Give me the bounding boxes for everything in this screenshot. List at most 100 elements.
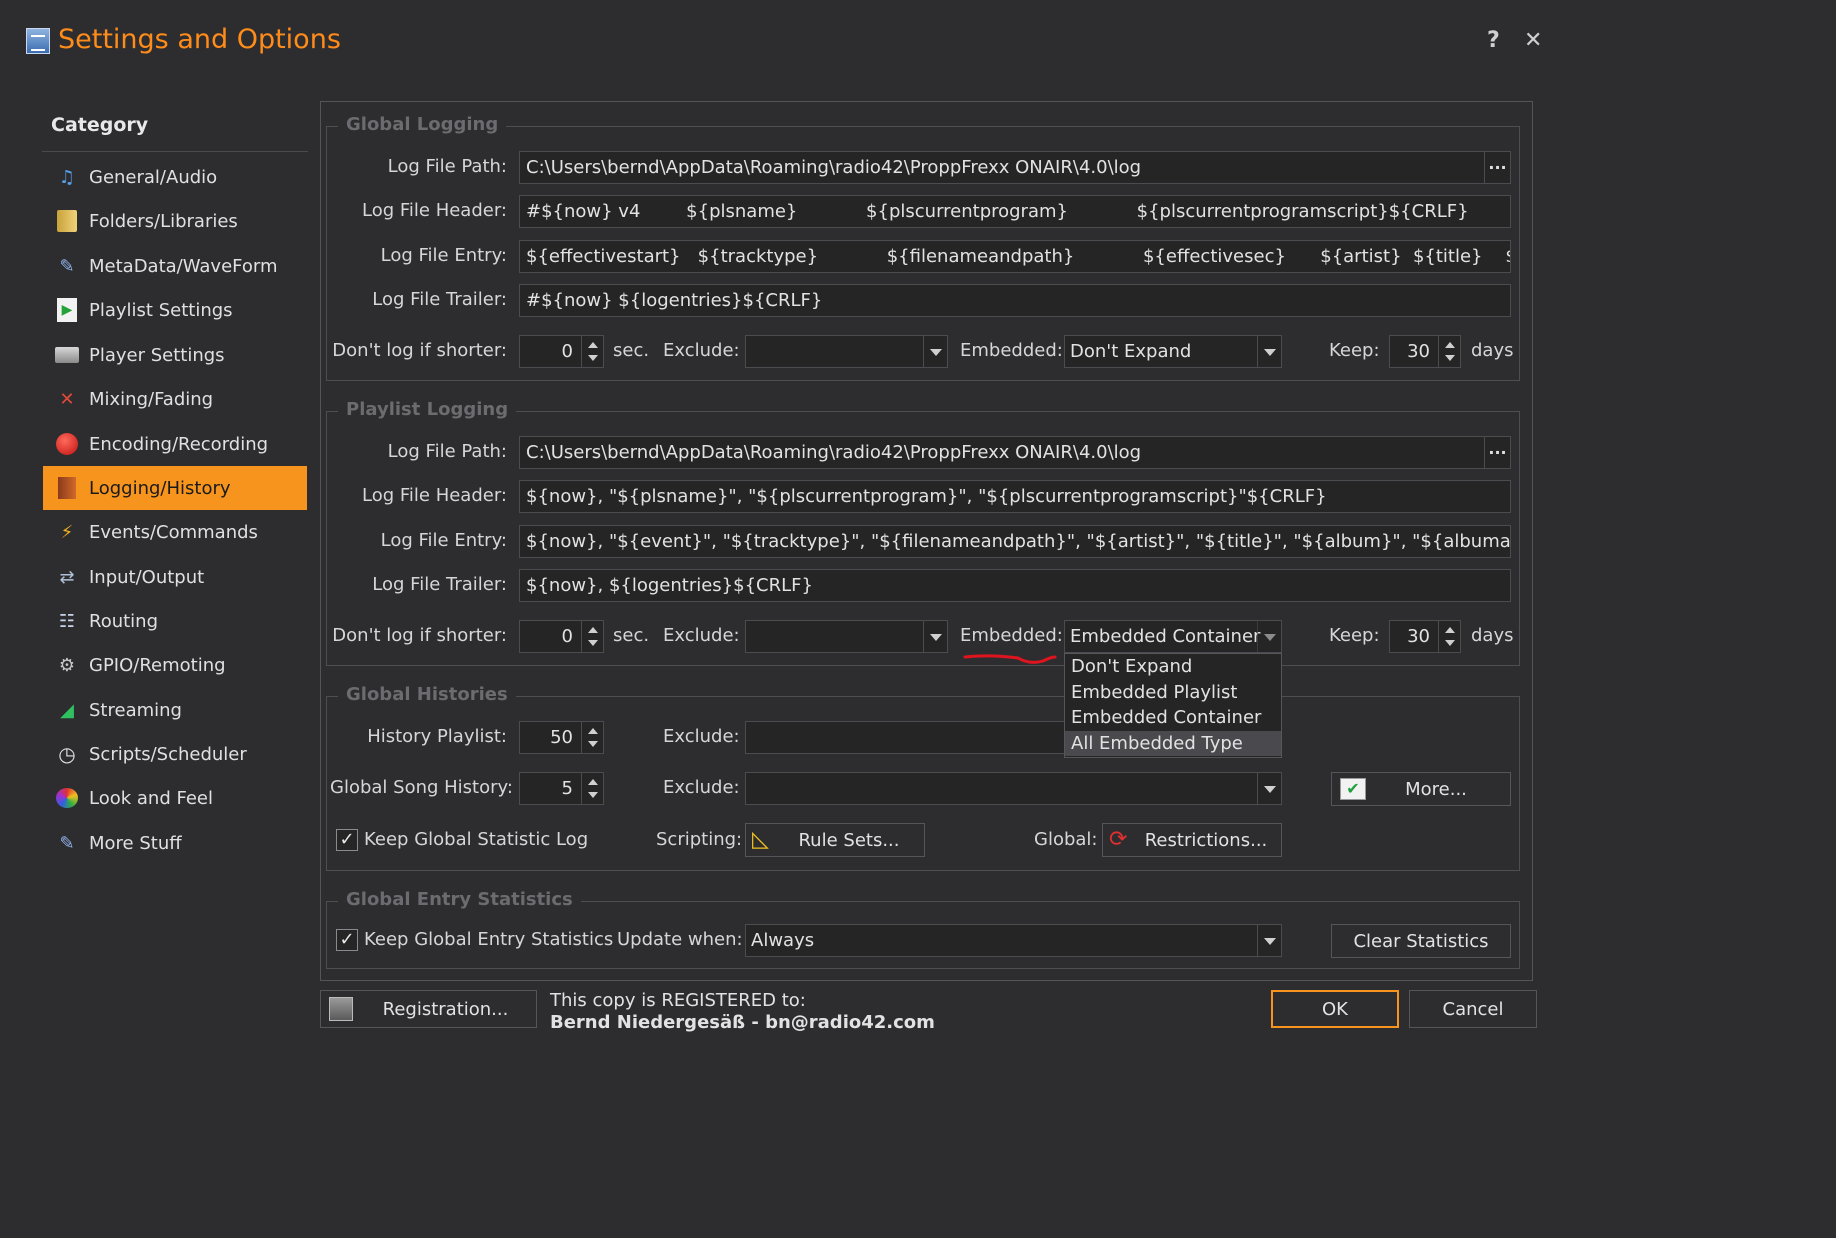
chevron-down-icon[interactable]	[1257, 773, 1281, 804]
rule-sets-button[interactable]: ◺ Rule Sets...	[745, 823, 925, 857]
spin-arrows-icon[interactable]	[1438, 336, 1460, 367]
clear-statistics-button[interactable]: Clear Statistics	[1331, 924, 1511, 958]
dropdown-option[interactable]: Embedded Playlist	[1065, 680, 1281, 706]
gl-shorter-stepper[interactable]: 0	[519, 335, 604, 368]
pl-browse-button[interactable]: ···	[1484, 437, 1510, 468]
pl-keep-label: Keep:	[1329, 625, 1380, 646]
sidebar-item-more-stuff[interactable]: ✎ More Stuff	[43, 821, 307, 865]
routing-icon: ☷	[58, 610, 76, 632]
gl-exclude-select[interactable]	[745, 335, 948, 368]
dropdown-option[interactable]: Don't Expand	[1065, 654, 1281, 680]
gl-embedded-select[interactable]: Don't Expand	[1064, 335, 1282, 368]
gh-exclude1-label: Exclude:	[663, 726, 740, 747]
pl-entry-input[interactable]: ${now}, "${event}", "${tracktype}", "${f…	[519, 525, 1511, 558]
restrictions-button[interactable]: ⟳ Restrictions...	[1102, 823, 1282, 857]
chevron-down-icon[interactable]	[923, 621, 947, 652]
spin-arrows-icon[interactable]	[581, 722, 603, 753]
ok-button[interactable]: OK	[1271, 990, 1399, 1028]
player-icon	[55, 343, 79, 367]
sidebar-item-label: More Stuff	[89, 832, 182, 854]
sidebar-item-gpio-remoting[interactable]: ⚙ GPIO/Remoting	[43, 643, 307, 687]
gl-trailer-input[interactable]: #${now} ${logentries}${CRLF}	[519, 284, 1511, 317]
pl-embedded-select[interactable]: Embedded Container	[1064, 620, 1282, 653]
gl-header-input[interactable]: #${now} v4 ${plsname} ${plscurrentprogra…	[519, 195, 1511, 228]
registration-button[interactable]: Registration...	[320, 990, 537, 1028]
sidebar-item-mixing-fading[interactable]: ✕ Mixing/Fading	[43, 377, 307, 421]
chevron-down-icon[interactable]	[1257, 336, 1281, 367]
gh-exclude2-select[interactable]	[745, 772, 1282, 805]
sidebar-item-label: Mixing/Fading	[89, 388, 214, 410]
chevron-down-icon[interactable]	[1257, 925, 1281, 956]
spin-arrows-icon[interactable]	[581, 621, 603, 652]
pl-trailer-input[interactable]: ${now}, ${logentries}${CRLF}	[519, 569, 1511, 602]
history-playlist-label: History Playlist:	[367, 726, 507, 747]
registration-line2: Bernd Niedergesäß - bn@radio42.com	[550, 1012, 935, 1033]
sidebar-item-metadata-waveform[interactable]: ✎ MetaData/WaveForm	[43, 244, 307, 288]
sidebar-item-encoding-recording[interactable]: Encoding/Recording	[43, 422, 307, 466]
pl-header-value: ${now}, "${plsname}", "${plscurrentprogr…	[526, 486, 1327, 507]
sidebar-item-routing[interactable]: ☷ Routing	[43, 599, 307, 643]
dropdown-option[interactable]: Embedded Container	[1065, 705, 1281, 731]
pl-path-label: Log File Path:	[387, 441, 507, 462]
history-playlist-stepper[interactable]: 50	[519, 721, 604, 754]
pl-keep-stepper[interactable]: 30	[1389, 620, 1461, 653]
sidebar-item-playlist-settings[interactable]: ▶ Playlist Settings	[43, 288, 307, 332]
spin-arrows-icon[interactable]	[581, 773, 603, 804]
sidebar-item-label: Streaming	[89, 699, 182, 721]
sidebar-item-input-output[interactable]: ⇄ Input/Output	[43, 555, 307, 599]
folder-icon	[55, 209, 79, 233]
gh-exclude2-label: Exclude:	[663, 777, 740, 798]
gl-entry-label: Log File Entry:	[380, 245, 507, 266]
song-history-stepper[interactable]: 5	[519, 772, 604, 805]
pl-exclude-label: Exclude:	[663, 625, 740, 646]
gl-days-label: days	[1471, 340, 1514, 361]
chevron-down-icon[interactable]	[1257, 621, 1281, 652]
input-output-icon: ⇄	[59, 566, 75, 588]
sidebar-item-events-commands[interactable]: ⚡ Events/Commands	[43, 510, 307, 554]
sidebar-item-label: GPIO/Remoting	[89, 654, 226, 676]
pl-sec-label: sec.	[613, 625, 650, 646]
sidebar-item-label: Logging/History	[89, 477, 231, 499]
gl-embedded-label: Embedded:	[960, 340, 1063, 361]
sidebar-item-look-and-feel[interactable]: Look and Feel	[43, 776, 307, 820]
app-icon	[26, 28, 50, 54]
spin-arrows-icon[interactable]	[581, 336, 603, 367]
gl-shorter-value: 0	[561, 341, 573, 362]
sidebar-item-folders-libraries[interactable]: Folders/Libraries	[43, 199, 307, 243]
keep-entry-stats-checkbox[interactable]: ✓	[336, 929, 358, 951]
close-button[interactable]: ✕	[1524, 28, 1542, 53]
song-history-label: Global Song History:	[330, 777, 513, 798]
update-when-select[interactable]: Always	[745, 924, 1282, 957]
gl-path-input[interactable]: C:\Users\bernd\AppData\Roaming\radio42\P…	[519, 151, 1511, 184]
dropdown-option-highlighted[interactable]: All Embedded Type	[1065, 730, 1281, 756]
category-header: Category	[51, 114, 149, 136]
sidebar-item-scripts-scheduler[interactable]: ◷ Scripts/Scheduler	[43, 732, 307, 776]
sidebar-item-logging-history[interactable]: Logging/History	[43, 466, 307, 510]
sidebar-item-label: Scripts/Scheduler	[89, 743, 247, 765]
chevron-down-icon[interactable]	[923, 336, 947, 367]
pl-header-input[interactable]: ${now}, "${plsname}", "${plscurrentprogr…	[519, 480, 1511, 513]
cancel-button[interactable]: Cancel	[1409, 990, 1537, 1028]
sidebar-item-player-settings[interactable]: Player Settings	[43, 333, 307, 377]
sidebar-item-streaming[interactable]: ◢ Streaming	[43, 688, 307, 732]
sidebar-item-label: Routing	[89, 610, 159, 632]
embedded-dropdown-list[interactable]: Don't Expand Embedded Playlist Embedded …	[1064, 653, 1282, 758]
rule-sets-label: Rule Sets...	[798, 829, 900, 851]
keep-stat-log-checkbox[interactable]: ✓	[336, 829, 358, 851]
update-when-label: Update when:	[617, 929, 743, 950]
song-history-value: 5	[561, 778, 573, 799]
help-button[interactable]: ?	[1487, 28, 1500, 53]
gl-entry-input[interactable]: ${effectivestart} ${tracktype} ${filenam…	[519, 240, 1511, 273]
pl-path-input[interactable]: C:\Users\bernd\AppData\Roaming\radio42\P…	[519, 436, 1511, 469]
gl-trailer-value: #${now} ${logentries}${CRLF}	[526, 290, 823, 311]
gl-trailer-label: Log File Trailer:	[372, 289, 507, 310]
spin-arrows-icon[interactable]	[1438, 621, 1460, 652]
gl-browse-button[interactable]: ···	[1484, 152, 1510, 183]
global-entry-statistics-title: Global Entry Statistics	[338, 889, 581, 910]
pl-shorter-stepper[interactable]: 0	[519, 620, 604, 653]
more-button-label: More...	[1405, 778, 1467, 800]
more-button[interactable]: ✔ More...	[1331, 772, 1511, 806]
pl-exclude-select[interactable]	[745, 620, 948, 653]
gl-keep-stepper[interactable]: 30	[1389, 335, 1461, 368]
sidebar-item-general-audio[interactable]: ♫ General/Audio	[43, 155, 307, 199]
